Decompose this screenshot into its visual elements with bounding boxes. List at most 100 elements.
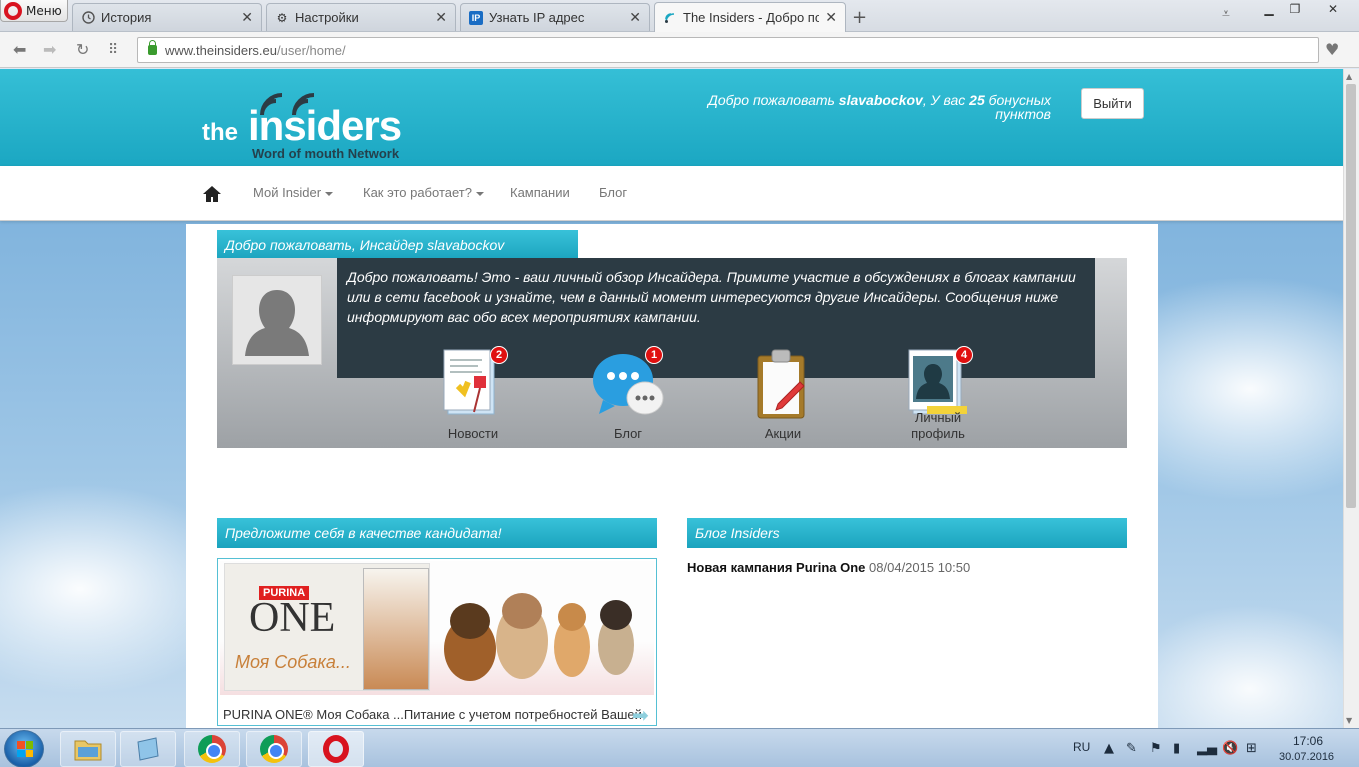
- user-silhouette-icon: [245, 290, 309, 356]
- promotions-label: Акции: [764, 426, 802, 441]
- insiders-logo[interactable]: the insiders Word of mouth Network: [200, 89, 410, 161]
- tab-ip-address[interactable]: IP Узнать IP адрес ✕: [460, 3, 650, 31]
- speed-dial-icon[interactable]: ⠿: [108, 42, 118, 58]
- close-tab-icon[interactable]: ✕: [629, 9, 641, 26]
- logo-the-text: the: [202, 119, 238, 146]
- minimize-icon[interactable]: ▁: [1256, 0, 1282, 18]
- url-field[interactable]: www.theinsiders.eu/user/home/: [137, 37, 1319, 63]
- blog-badge: 1: [645, 346, 663, 364]
- windows-taskbar: RU ▲ ✎ ⚑ ▮ ▂▄ 🔇 ⊞ 17:06 30.07.2016: [0, 728, 1359, 767]
- site-header: the insiders Word of mouth Network Добро…: [0, 69, 1343, 166]
- blog-entry[interactable]: Новая кампания Purina One 08/04/2015 10:…: [687, 560, 970, 575]
- scroll-down-icon[interactable]: ▼: [1346, 716, 1352, 725]
- taskbar-chrome-2[interactable]: [246, 731, 302, 767]
- taskbar-explorer[interactable]: [60, 731, 116, 767]
- bookmark-heart-icon[interactable]: ♥: [1325, 40, 1339, 59]
- news-icon: 2: [434, 346, 512, 424]
- show-hidden-icons-icon[interactable]: ▲: [1104, 741, 1114, 756]
- desktop-icon: [137, 737, 159, 761]
- url-text: www.theinsiders.eu/user/home/: [165, 43, 346, 58]
- new-tab-button[interactable]: +: [852, 7, 867, 28]
- nav-campaigns[interactable]: Кампании: [510, 185, 570, 200]
- blog-entry-title[interactable]: Новая кампания Purina One: [687, 560, 865, 575]
- home-icon[interactable]: [202, 184, 222, 204]
- chrome-icon: [260, 735, 288, 763]
- close-tab-icon[interactable]: ✕: [825, 9, 837, 26]
- campaign-caption[interactable]: PURINA ONE® Моя Собака ...Питание с учет…: [223, 707, 642, 722]
- dashboard-blog[interactable]: 1 Блог: [578, 346, 678, 441]
- scroll-up-icon[interactable]: ▲: [1346, 72, 1352, 81]
- candidate-title: Предложите себя в качестве кандидата!: [217, 518, 657, 548]
- nav-how-it-works[interactable]: Как это работает?: [363, 185, 484, 200]
- browser-tab-bar: Меню История ✕ ⚙ Настройки ✕ IP Узнать I…: [0, 0, 1359, 32]
- tab-history[interactable]: История ✕: [72, 3, 262, 31]
- ip-icon: IP: [469, 10, 483, 25]
- tab-label: Настройки: [295, 10, 359, 25]
- action-center-flag-icon[interactable]: ⚑: [1150, 741, 1162, 756]
- news-label: Новости: [447, 426, 499, 441]
- welcome-message: Добро пожаловать slavabockov, У вас 25 б…: [690, 93, 1051, 121]
- campaign-card[interactable]: PURINA ONE Моя Собака... PURINA ONE® Моя: [217, 558, 657, 727]
- dog-food-pack: [363, 568, 429, 690]
- network-signal-icon[interactable]: ▂▄: [1197, 741, 1217, 756]
- reload-icon[interactable]: ↻: [76, 40, 89, 59]
- purina-one: ONE: [249, 595, 336, 641]
- chevron-down-icon: [325, 191, 334, 196]
- dashboard-news[interactable]: 2 Новости: [423, 346, 523, 441]
- close-tab-icon[interactable]: ✕: [241, 9, 253, 26]
- back-icon[interactable]: ⬅: [13, 40, 26, 59]
- close-tab-icon[interactable]: ✕: [435, 9, 447, 26]
- purina-subtitle: Моя Собака...: [235, 652, 351, 672]
- window-controls: ▁ ❐ ✕: [1256, 0, 1358, 20]
- tab-label: Узнать IP адрес: [489, 10, 585, 25]
- news-badge: 2: [490, 346, 508, 364]
- dashboard-promotions[interactable]: Акции: [733, 346, 833, 441]
- nav-label: Как это работает?: [363, 185, 472, 200]
- taskbar-desktop[interactable]: [120, 731, 176, 767]
- tab-label: The Insiders - Добро пожаловать: [683, 10, 820, 25]
- tab-menu-icon[interactable]: ⩡: [1222, 6, 1230, 22]
- pen-icon[interactable]: ✎: [1126, 741, 1137, 756]
- arrow-right-icon[interactable]: ➡: [632, 703, 649, 727]
- close-window-icon[interactable]: ✕: [1308, 0, 1358, 18]
- scrollbar-thumb[interactable]: [1346, 84, 1356, 508]
- dashboard-profile[interactable]: 4 Личный профиль: [888, 346, 988, 441]
- tab-settings[interactable]: ⚙ Настройки ✕: [266, 3, 456, 31]
- clock-time[interactable]: 17:06: [1293, 734, 1323, 748]
- language-indicator[interactable]: RU: [1073, 740, 1090, 754]
- nav-my-insider[interactable]: Мой Insider: [253, 185, 334, 200]
- taskbar-chrome-1[interactable]: [184, 731, 240, 767]
- gear-icon: ⚙: [276, 10, 288, 25]
- welcome-mid: , У вас: [922, 92, 970, 108]
- username: slavabockov: [838, 92, 923, 108]
- taskbar-opera[interactable]: [308, 731, 364, 767]
- windows-logo-icon: [17, 741, 33, 757]
- nav-label: Мой Insider: [253, 185, 322, 200]
- battery-icon[interactable]: ▮: [1173, 741, 1180, 756]
- purina-banner[interactable]: PURINA ONE Моя Собака...: [220, 561, 654, 695]
- opera-icon: [323, 735, 349, 763]
- start-button[interactable]: [4, 730, 44, 767]
- windows-notification-icon[interactable]: ⊞: [1246, 741, 1257, 756]
- logout-button[interactable]: Выйти: [1081, 88, 1144, 119]
- folder-icon: [74, 740, 102, 761]
- insiders-favicon-icon: [663, 11, 677, 25]
- chrome-icon: [198, 735, 226, 763]
- restore-icon[interactable]: ❐: [1282, 0, 1308, 18]
- blog-section-title: Блог Insiders: [687, 518, 1127, 548]
- tab-the-insiders[interactable]: The Insiders - Добро пожаловать ✕: [654, 2, 846, 32]
- opera-menu-button[interactable]: Меню: [0, 0, 68, 22]
- volume-muted-icon[interactable]: 🔇: [1222, 741, 1238, 756]
- dogs-image: [444, 593, 634, 681]
- opera-logo-icon: [4, 1, 22, 20]
- avatar[interactable]: [232, 275, 322, 365]
- clock-date[interactable]: 30.07.2016: [1279, 751, 1334, 763]
- clock-icon: [81, 11, 95, 25]
- forward-icon[interactable]: ➡: [43, 40, 56, 59]
- profile-badge: 4: [955, 346, 973, 364]
- welcome-prefix: Добро пожаловать: [707, 92, 839, 108]
- clipboard-icon: [744, 346, 822, 424]
- menu-label: Меню: [26, 3, 62, 18]
- main-navbar: Мой Insider Как это работает? Кампании Б…: [0, 166, 1343, 221]
- nav-blog[interactable]: Блог: [599, 185, 627, 200]
